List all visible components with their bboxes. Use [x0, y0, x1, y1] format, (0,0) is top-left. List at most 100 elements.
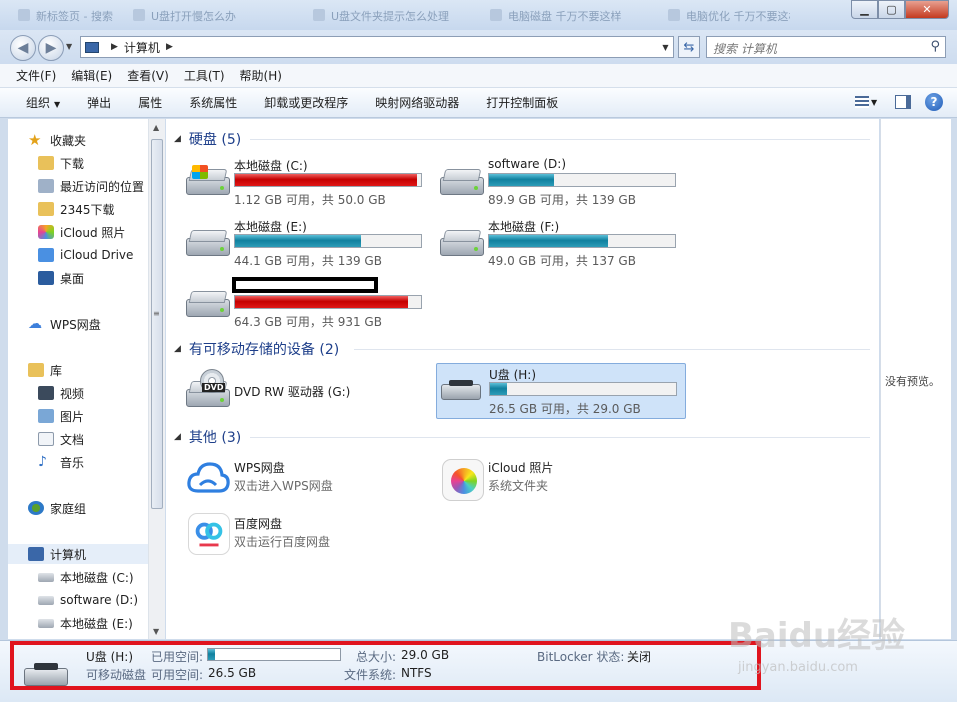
scroll-down-icon[interactable]: ▼ — [153, 627, 159, 636]
details-bitlocker-value: 关闭 — [627, 650, 652, 664]
menu-help[interactable]: 帮助(H) — [240, 67, 282, 84]
help-icon[interactable]: ? — [925, 93, 943, 111]
drive-redacted[interactable]: 64.3 GB 可用，共 931 GB — [182, 277, 432, 333]
nav-wps[interactable]: ☁ WPS网盘 — [8, 314, 148, 334]
nav-libraries[interactable]: 库 — [8, 360, 148, 380]
nav-2345-downloads[interactable]: 2345下载 — [8, 199, 148, 219]
browser-tab[interactable]: U盘文件夹提示怎么处理 — [305, 4, 455, 26]
breadcrumb-separator-icon[interactable]: ▶ — [166, 42, 173, 52]
scrollbar-thumb[interactable] — [151, 139, 163, 509]
group-header-removable[interactable]: ◢ 有可移动存储的设备 (2) — [174, 339, 339, 359]
breadcrumb-separator-icon[interactable]: ▶ — [111, 42, 118, 52]
nav-computer[interactable]: 计算机 — [8, 544, 148, 564]
browser-tab[interactable]: U盘打开慢怎么办 — [125, 4, 275, 26]
dvd-drive-icon: DVD — [186, 369, 230, 409]
video-icon — [38, 386, 54, 400]
maximize-icon[interactable]: ▢ — [878, 0, 905, 19]
chevron-down-icon: ▼ — [54, 100, 61, 109]
nav-homegroup[interactable]: 家庭组 — [8, 498, 148, 518]
recent-pages-dropdown-icon[interactable]: ▼ — [66, 42, 72, 51]
drive-f[interactable]: 本地磁盘 (F:) 49.0 GB 可用，共 137 GB — [436, 216, 686, 272]
drive-c[interactable]: 本地磁盘 (C:) 1.12 GB 可用，共 50.0 GB — [182, 155, 432, 211]
change-view-button[interactable]: ▼ — [855, 93, 881, 111]
no-preview-text: 没有预览。 — [885, 375, 940, 388]
icloud-photos-icon — [38, 225, 54, 239]
hard-drive-icon — [186, 291, 230, 317]
details-free-label: 可用空间: — [151, 668, 204, 682]
icloud-drive-icon — [38, 248, 54, 262]
properties-button[interactable]: 属性 — [138, 94, 162, 111]
hard-drive-icon — [38, 618, 54, 628]
uninstall-button[interactable]: 卸载或更改程序 — [264, 94, 348, 111]
nav-drive-e[interactable]: 本地磁盘 (E:) — [8, 613, 148, 633]
group-divider — [354, 349, 870, 350]
usb-drive-icon — [24, 663, 70, 687]
details-drive-type: 可移动磁盘 — [86, 668, 147, 682]
icloud-photos-item[interactable]: iCloud 照片 系统文件夹 — [436, 457, 686, 507]
menu-tools[interactable]: 工具(T) — [184, 67, 225, 84]
address-bar[interactable]: ▶ 计算机 ▶ — [80, 36, 674, 58]
address-dropdown-icon[interactable]: ▼ — [657, 36, 674, 58]
nav-recent-places[interactable]: 最近访问的位置 — [8, 176, 148, 196]
group-divider — [250, 437, 870, 438]
nav-favorites[interactable]: ★ 收藏夹 — [8, 130, 148, 150]
window-controls: ▁ ▢ ✕ — [851, 0, 949, 20]
menu-file[interactable]: 文件(F) — [16, 67, 56, 84]
details-bitlocker-label: BitLocker 状态: — [537, 650, 625, 664]
folder-icon — [38, 202, 54, 216]
organize-button[interactable]: 组织 ▼ — [26, 94, 60, 111]
nav-drive-c[interactable]: 本地磁盘 (C:) — [8, 567, 148, 587]
nav-documents[interactable]: 文档 — [8, 429, 148, 449]
forward-button[interactable]: ▶ — [38, 35, 64, 61]
tab-favicon-icon — [490, 9, 502, 21]
minimize-icon[interactable]: ▁ — [851, 0, 878, 19]
nav-pictures[interactable]: 图片 — [8, 406, 148, 426]
nav-icloud-drive[interactable]: iCloud Drive — [8, 245, 148, 265]
open-control-panel-button[interactable]: 打开控制面板 — [486, 94, 558, 111]
homegroup-icon — [28, 501, 44, 515]
nav-downloads[interactable]: 下载 — [8, 153, 148, 173]
details-usage-bar — [207, 648, 341, 661]
menu-edit[interactable]: 编辑(E) — [71, 67, 112, 84]
refresh-button[interactable]: ⇆ — [678, 36, 700, 58]
preview-pane-icon[interactable] — [895, 95, 911, 109]
menu-view[interactable]: 查看(V) — [127, 67, 169, 84]
computer-icon — [85, 41, 99, 53]
nav-music[interactable]: ♪ 音乐 — [8, 452, 148, 472]
nav-icloud-photos[interactable]: iCloud 照片 — [8, 222, 148, 242]
nav-scrollbar[interactable]: ▲ ≡ ▼ — [148, 119, 165, 639]
hard-drive-icon — [186, 165, 230, 195]
system-properties-button[interactable]: 系统属性 — [189, 94, 237, 111]
recent-places-icon — [38, 179, 54, 193]
nav-drive-d[interactable]: software (D:) — [8, 590, 148, 610]
collapse-icon: ◢ — [174, 432, 181, 442]
drive-d[interactable]: software (D:) 89.9 GB 可用，共 139 GB — [436, 155, 686, 211]
details-free-value: 26.5 GB — [208, 666, 257, 680]
eject-button[interactable]: 弹出 — [87, 94, 111, 111]
document-icon — [38, 432, 54, 446]
scroll-grip-icon: ≡ — [153, 309, 160, 318]
usb-drive-h[interactable]: U盘 (H:) 26.5 GB 可用，共 29.0 GB — [436, 363, 686, 419]
dvd-drive-g[interactable]: DVD DVD RW 驱动器 (G:) — [182, 363, 432, 419]
details-used-label: 已用空间: — [151, 650, 204, 664]
scroll-up-icon[interactable]: ▲ — [153, 123, 159, 132]
close-button[interactable]: ✕ — [905, 0, 949, 19]
search-input[interactable]: 搜索 计算机 ⚲ — [706, 36, 946, 58]
drive-usage-bar — [234, 173, 422, 187]
breadcrumb-computer[interactable]: 计算机 — [124, 39, 160, 56]
folder-download-icon — [38, 156, 54, 170]
drive-e[interactable]: 本地磁盘 (E:) 44.1 GB 可用，共 139 GB — [182, 216, 432, 272]
back-button[interactable]: ◀ — [10, 35, 36, 61]
wps-cloud-item[interactable]: WPS网盘 双击进入WPS网盘 — [182, 457, 432, 507]
browser-tab[interactable]: 电脑优化 千万不要这样 — [660, 4, 790, 26]
search-icon[interactable]: ⚲ — [930, 39, 940, 54]
computer-icon — [28, 547, 44, 561]
details-total-value: 29.0 GB — [401, 648, 450, 662]
map-network-drive-button[interactable]: 映射网络驱动器 — [375, 94, 459, 111]
nav-desktop[interactable]: 桌面 — [8, 268, 148, 288]
nav-videos[interactable]: 视频 — [8, 383, 148, 403]
group-header-other[interactable]: ◢ 其他 (3) — [174, 427, 241, 447]
browser-tab[interactable]: 电脑磁盘 千万不要这样 — [482, 4, 632, 26]
group-header-hdd[interactable]: ◢ 硬盘 (5) — [174, 129, 241, 149]
baidu-netdisk-item[interactable]: 百度网盘 双击运行百度网盘 — [182, 513, 432, 563]
